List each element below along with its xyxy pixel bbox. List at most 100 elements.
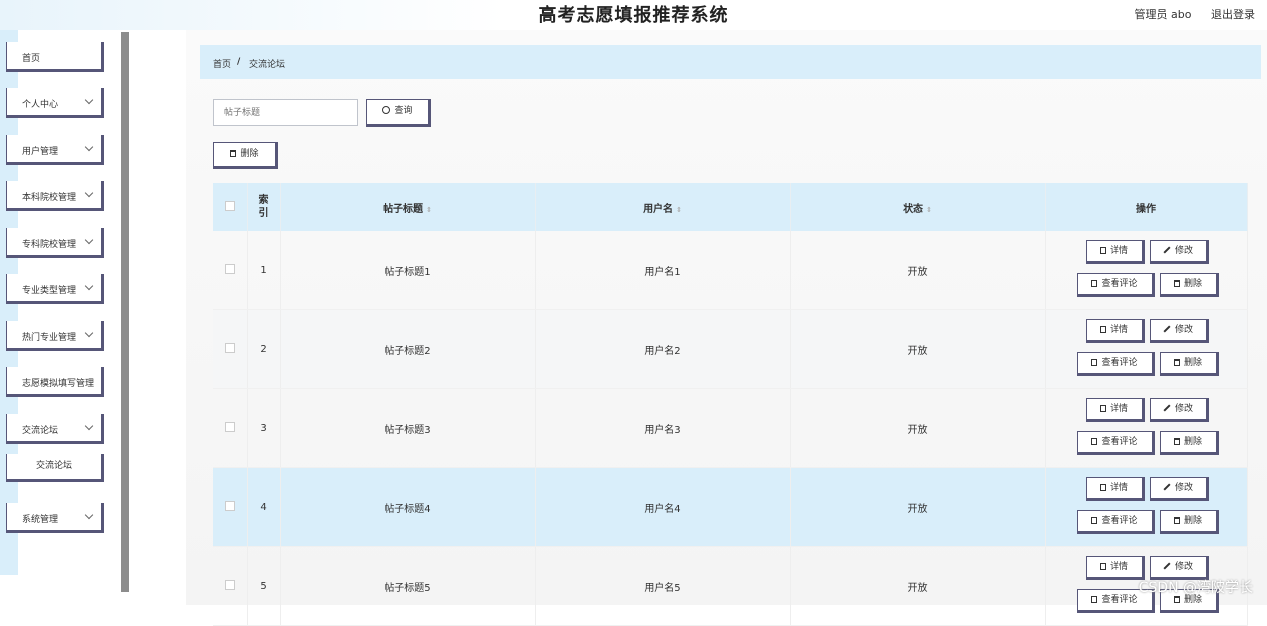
document-icon (1099, 405, 1106, 412)
document-icon (1099, 484, 1106, 491)
row-select-cell[interactable] (213, 388, 248, 468)
row-select-cell[interactable] (213, 231, 248, 310)
edit-button[interactable]: 修改 (1149, 319, 1209, 343)
sort-icon[interactable]: ⇕ (426, 206, 432, 214)
trash-icon (230, 150, 237, 157)
sidebar-item-label: 个人中心 (22, 100, 59, 110)
row-select-cell[interactable] (213, 309, 248, 389)
delete-label: 删除 (1183, 279, 1202, 289)
sidebar: 首页 个人中心 用户管理 本科院校管理 专科院校管理 专业类型管理 热门专业管理… (0, 30, 120, 605)
detail-button[interactable]: 详情 (1085, 556, 1145, 580)
select-all-checkbox[interactable] (224, 200, 235, 211)
view-comments-button[interactable]: 查看评论 (1076, 352, 1155, 376)
view-comments-label: 查看评论 (1101, 595, 1138, 605)
column-header-index: 索引 (247, 183, 281, 231)
row-actions: 详情 修改 查看评论 删除 (1045, 231, 1248, 310)
row-title: 帖子标题2 (280, 309, 536, 389)
table-row: 3 帖子标题3 用户名3 开放 详情 修改 查看评论 删除 (213, 388, 1248, 468)
delete-button[interactable]: 删除 (1159, 352, 1219, 376)
trash-icon (1173, 438, 1180, 445)
chevron-down-icon (84, 142, 94, 152)
column-header-status[interactable]: 状态 ⇕ (790, 183, 1046, 231)
batch-delete-label: 删除 (240, 149, 259, 159)
edit-button[interactable]: 修改 (1149, 477, 1209, 501)
detail-label: 详情 (1109, 246, 1128, 256)
delete-label: 删除 (1183, 516, 1202, 526)
edit-icon (1163, 562, 1171, 570)
search-button[interactable]: 查询 (366, 99, 431, 127)
detail-label: 详情 (1109, 483, 1128, 493)
post-title-search-input[interactable] (213, 99, 358, 126)
trash-icon (1173, 517, 1180, 524)
detail-button[interactable]: 详情 (1085, 240, 1145, 264)
row-index: 3 (247, 388, 281, 468)
row-actions: 详情 修改 查看评论 删除 (1045, 388, 1248, 468)
detail-label: 详情 (1109, 562, 1128, 572)
row-index: 5 (247, 546, 281, 626)
chevron-down-icon (84, 281, 94, 291)
select-all-cell[interactable] (213, 183, 248, 231)
row-index: 1 (247, 231, 281, 310)
search-button-label: 查询 (394, 106, 413, 116)
row-checkbox[interactable] (224, 342, 235, 353)
sidebar-item-system-management[interactable]: 系统管理 (6, 503, 104, 533)
sidebar-item-user-management[interactable]: 用户管理 (6, 135, 104, 165)
column-header-title[interactable]: 帖子标题 ⇕ (280, 183, 536, 231)
row-checkbox[interactable] (224, 579, 235, 590)
logout-link[interactable]: 退出登录 (1211, 8, 1255, 21)
sidebar-item-home[interactable]: 首页 (6, 42, 104, 72)
row-title: 帖子标题3 (280, 388, 536, 468)
breadcrumb-separator: / (237, 57, 241, 67)
sidebar-item-label: 专科院校管理 (22, 240, 77, 250)
detail-button[interactable]: 详情 (1085, 398, 1145, 422)
sidebar-subitem-forum[interactable]: 交流论坛 (6, 454, 104, 482)
sort-icon[interactable]: ⇕ (676, 206, 682, 214)
row-user: 用户名3 (535, 388, 791, 468)
edit-icon (1163, 325, 1171, 333)
sidebar-item-forum[interactable]: 交流论坛 (6, 414, 104, 444)
trash-icon (1173, 280, 1180, 287)
row-title: 帖子标题4 (280, 467, 536, 547)
comment-icon (1091, 517, 1098, 524)
row-actions: 详情 修改 查看评论 删除 (1045, 467, 1248, 547)
view-comments-button[interactable]: 查看评论 (1076, 510, 1155, 534)
breadcrumb-home[interactable]: 首页 (213, 57, 231, 70)
row-select-cell[interactable] (213, 546, 248, 626)
column-header-user[interactable]: 用户名 ⇕ (535, 183, 791, 231)
row-select-cell[interactable] (213, 467, 248, 547)
sidebar-item-label: 交流论坛 (22, 426, 59, 436)
search-icon (382, 106, 391, 114)
delete-button[interactable]: 删除 (1159, 431, 1219, 455)
row-status: 开放 (790, 309, 1046, 389)
delete-button[interactable]: 删除 (1159, 273, 1219, 297)
batch-delete-button[interactable]: 删除 (213, 142, 278, 169)
row-status: 开放 (790, 388, 1046, 468)
sidebar-scrollbar[interactable] (121, 32, 129, 592)
row-checkbox[interactable] (224, 500, 235, 511)
row-checkbox[interactable] (224, 263, 235, 274)
sidebar-item-application-simulation[interactable]: 志愿模拟填写管理 (6, 367, 104, 397)
row-checkbox[interactable] (224, 421, 235, 432)
column-header-title-label: 帖子标题 (383, 203, 424, 215)
row-index: 4 (247, 467, 281, 547)
row-user: 用户名2 (535, 309, 791, 389)
view-comments-button[interactable]: 查看评论 (1076, 273, 1155, 297)
detail-button[interactable]: 详情 (1085, 319, 1145, 343)
row-user: 用户名4 (535, 467, 791, 547)
sort-icon[interactable]: ⇕ (926, 206, 932, 214)
sidebar-item-hot-majors[interactable]: 热门专业管理 (6, 321, 104, 351)
edit-label: 修改 (1174, 246, 1193, 256)
sidebar-item-vocational-schools[interactable]: 专科院校管理 (6, 228, 104, 258)
column-header-status-label: 状态 (903, 203, 924, 215)
delete-button[interactable]: 删除 (1159, 510, 1219, 534)
sidebar-item-personal-center[interactable]: 个人中心 (6, 88, 104, 118)
view-comments-button[interactable]: 查看评论 (1076, 431, 1155, 455)
sidebar-item-major-types[interactable]: 专业类型管理 (6, 274, 104, 304)
detail-button[interactable]: 详情 (1085, 477, 1145, 501)
comment-icon (1091, 596, 1098, 603)
sidebar-item-undergrad-schools[interactable]: 本科院校管理 (6, 181, 104, 211)
document-icon (1099, 247, 1106, 254)
row-status: 开放 (790, 546, 1046, 626)
edit-button[interactable]: 修改 (1149, 240, 1209, 264)
edit-button[interactable]: 修改 (1149, 398, 1209, 422)
